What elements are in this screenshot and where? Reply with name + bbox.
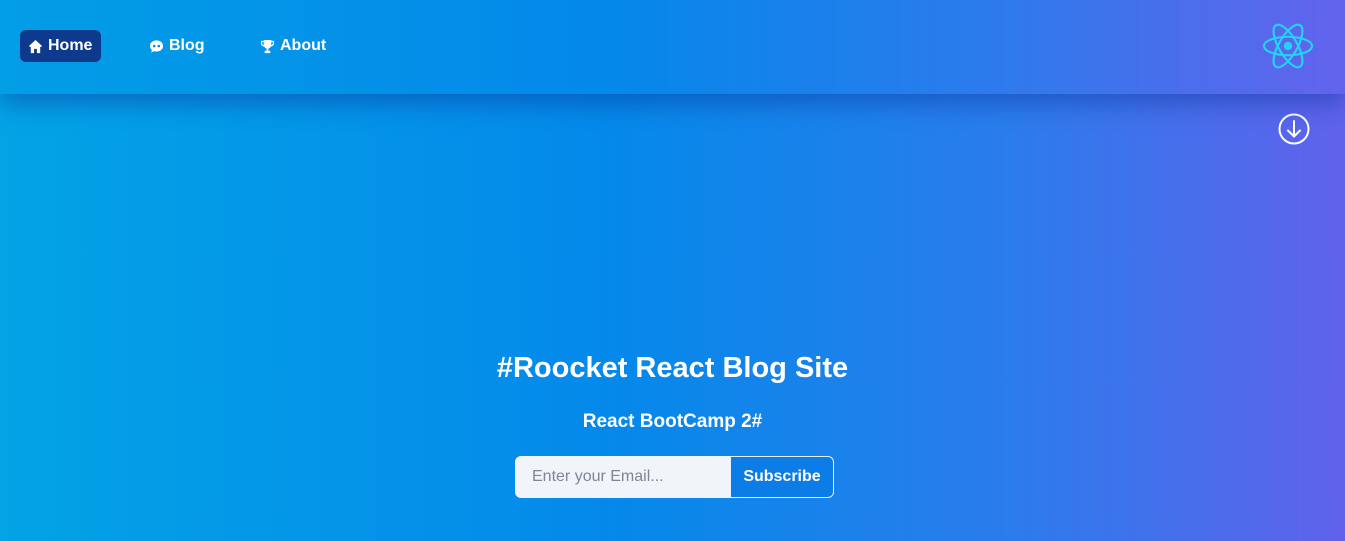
nav-blog-label: Blog <box>169 37 205 54</box>
chat-icon <box>149 39 164 53</box>
nav-blog-link[interactable]: Blog <box>141 30 213 62</box>
hero-title: #Roocket React Blog Site <box>496 352 849 384</box>
home-icon <box>28 39 43 53</box>
arrow-down-circle-icon[interactable] <box>1278 113 1310 145</box>
trophy-icon <box>260 39 275 53</box>
nav-home-link[interactable]: Home <box>20 30 101 62</box>
subscribe-form: Subscribe <box>515 456 834 498</box>
subscribe-button[interactable]: Subscribe <box>730 456 834 498</box>
react-logo-icon[interactable] <box>1262 22 1314 70</box>
nav-home-label: Home <box>48 37 93 54</box>
nav-about-label: About <box>280 37 327 54</box>
nav-about-link[interactable]: About <box>252 30 334 62</box>
navbar: Home Blog About <box>0 0 1345 94</box>
email-field[interactable] <box>515 456 730 498</box>
hero-subtitle: React BootCamp 2# <box>582 411 763 432</box>
